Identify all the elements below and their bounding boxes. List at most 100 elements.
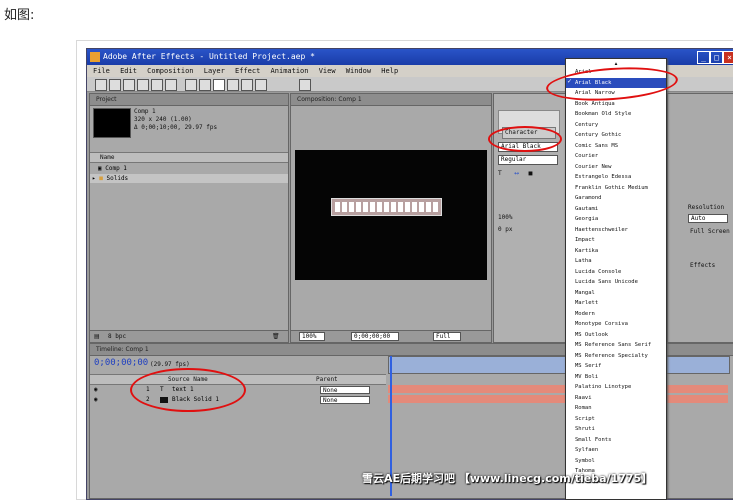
- menu-view[interactable]: View: [319, 67, 336, 75]
- font-option[interactable]: Courier: [566, 151, 666, 161]
- font-option[interactable]: Century Gothic: [566, 130, 666, 140]
- font-option[interactable]: Comic Sans MS: [566, 141, 666, 151]
- font-option[interactable]: Symbol: [566, 456, 666, 466]
- project-item-comp[interactable]: ▣ Comp 1: [90, 164, 288, 173]
- composition-tab[interactable]: Composition: Comp 1: [291, 94, 491, 106]
- font-option[interactable]: Bookman Old Style: [566, 109, 666, 119]
- composition-panel: Composition: Comp 1 100% 0;00;00;00 Full: [290, 93, 492, 343]
- font-option[interactable]: Century: [566, 120, 666, 130]
- font-option[interactable]: Mangal: [566, 288, 666, 298]
- project-column-header: Name: [90, 152, 288, 163]
- font-option[interactable]: MS Reference Specialty: [566, 351, 666, 361]
- font-option[interactable]: Franklin Gothic Medium: [566, 183, 666, 193]
- timeline-timecode[interactable]: 0;00;00;00: [94, 358, 148, 368]
- zoom-select[interactable]: 100%: [299, 332, 325, 341]
- menu-window[interactable]: Window: [346, 67, 371, 75]
- menu-animation[interactable]: Animation: [271, 67, 309, 75]
- clone-stamp-icon[interactable]: [241, 79, 253, 91]
- font-option[interactable]: Sylfaen: [566, 445, 666, 455]
- font-option[interactable]: MV Boli: [566, 372, 666, 382]
- fill-color-icon[interactable]: ◼: [528, 170, 533, 177]
- project-item-comp-label: Comp 1: [105, 165, 127, 172]
- font-option[interactable]: Estrangelo Edessa: [566, 172, 666, 182]
- font-option[interactable]: Roman: [566, 403, 666, 413]
- kerning-icon[interactable]: ↔: [514, 170, 519, 177]
- font-option[interactable]: Gautami: [566, 204, 666, 214]
- menu-file[interactable]: File: [93, 67, 110, 75]
- font-option[interactable]: Latha: [566, 256, 666, 266]
- menu-layer[interactable]: Layer: [204, 67, 225, 75]
- leading-value[interactable]: 0 px: [498, 226, 512, 233]
- brush-tool-icon[interactable]: [227, 79, 239, 91]
- comp-timecode[interactable]: 0;00;00;00: [351, 332, 399, 341]
- font-option[interactable]: Palatino Linotype: [566, 382, 666, 392]
- close-icon[interactable]: ×: [723, 51, 733, 64]
- scroll-up-icon[interactable]: ▴: [566, 59, 666, 67]
- maximize-icon[interactable]: □: [710, 51, 723, 64]
- font-option[interactable]: Shruti: [566, 424, 666, 434]
- hand-tool-icon[interactable]: [109, 79, 121, 91]
- comp-icon: ▣: [98, 165, 102, 172]
- interpret-footage-icon[interactable]: ▤: [94, 331, 100, 342]
- parent-select[interactable]: None: [320, 386, 370, 394]
- project-item-solids[interactable]: ▸ ■ Solids: [90, 174, 288, 183]
- layer-duration-bar-1[interactable]: [388, 385, 728, 393]
- font-option[interactable]: Courier New: [566, 162, 666, 172]
- pan-behind-icon[interactable]: [165, 79, 177, 91]
- font-option[interactable]: Kartika: [566, 246, 666, 256]
- menu-composition[interactable]: Composition: [147, 67, 193, 75]
- parent-select[interactable]: None: [320, 396, 370, 404]
- font-option[interactable]: Impact: [566, 235, 666, 245]
- orbit-camera-icon[interactable]: [151, 79, 163, 91]
- rectangle-mask-icon[interactable]: [185, 79, 197, 91]
- annotation-circle-font-field: [488, 126, 562, 152]
- font-option[interactable]: Lucida Console: [566, 267, 666, 277]
- preview-resolution-select[interactable]: Auto: [688, 214, 728, 223]
- selection-tool-icon[interactable]: [95, 79, 107, 91]
- font-option[interactable]: Garamond: [566, 193, 666, 203]
- menu-help[interactable]: Help: [381, 67, 398, 75]
- right-panel: Resolution Auto Full Screen Effects: [667, 93, 733, 343]
- axis-mode-icon[interactable]: [299, 79, 311, 91]
- visibility-eye-icon[interactable]: ◉: [94, 385, 98, 394]
- page-caption: 如图:: [4, 8, 35, 23]
- font-option[interactable]: Script: [566, 414, 666, 424]
- layer-duration-bar-2[interactable]: [388, 395, 728, 403]
- menu-effect[interactable]: Effect: [235, 67, 260, 75]
- font-option[interactable]: Georgia: [566, 214, 666, 224]
- annotation-circle-layers: [130, 368, 246, 412]
- font-option[interactable]: Monotype Corsiva: [566, 319, 666, 329]
- parent-header: Parent: [316, 376, 338, 383]
- minimize-icon[interactable]: _: [697, 51, 710, 64]
- tracking-value[interactable]: 100%: [498, 214, 512, 221]
- comp-viewer[interactable]: [295, 150, 487, 280]
- font-option[interactable]: MS Outlook: [566, 330, 666, 340]
- project-tab[interactable]: Project: [90, 94, 288, 106]
- font-option[interactable]: Marlett: [566, 298, 666, 308]
- effects-label: Effects: [690, 262, 716, 269]
- font-option[interactable]: Haettenschweiler: [566, 225, 666, 235]
- rotate-tool-icon[interactable]: [137, 79, 149, 91]
- comp-info-duration: Δ 0;00;10;00, 29.97 fps: [134, 124, 218, 131]
- font-option[interactable]: Small Fonts: [566, 435, 666, 445]
- pen-tool-icon[interactable]: [199, 79, 211, 91]
- font-option[interactable]: Lucida Sans Unicode: [566, 277, 666, 287]
- font-option[interactable]: MS Reference Sans Serif: [566, 340, 666, 350]
- menu-edit[interactable]: Edit: [120, 67, 137, 75]
- time-ruler[interactable]: [388, 356, 730, 374]
- checkmark-icon: ✓: [567, 77, 573, 85]
- eraser-tool-icon[interactable]: [255, 79, 267, 91]
- font-option[interactable]: Raavi: [566, 393, 666, 403]
- bpc-label[interactable]: 8 bpc: [108, 331, 126, 342]
- trash-icon[interactable]: 🗑: [272, 331, 280, 342]
- font-option[interactable]: Modern: [566, 309, 666, 319]
- font-style-field[interactable]: Regular: [498, 155, 558, 165]
- zoom-tool-icon[interactable]: [123, 79, 135, 91]
- resolution-select[interactable]: Full: [433, 332, 461, 341]
- resolution-label: Resolution: [688, 204, 725, 211]
- type-tool-icon[interactable]: [213, 79, 225, 91]
- visibility-eye-icon[interactable]: ◉: [94, 395, 98, 404]
- full-screen-checkbox[interactable]: Full Screen: [690, 228, 730, 235]
- font-option[interactable]: MS Serif: [566, 361, 666, 371]
- folder-icon: ■: [99, 175, 103, 182]
